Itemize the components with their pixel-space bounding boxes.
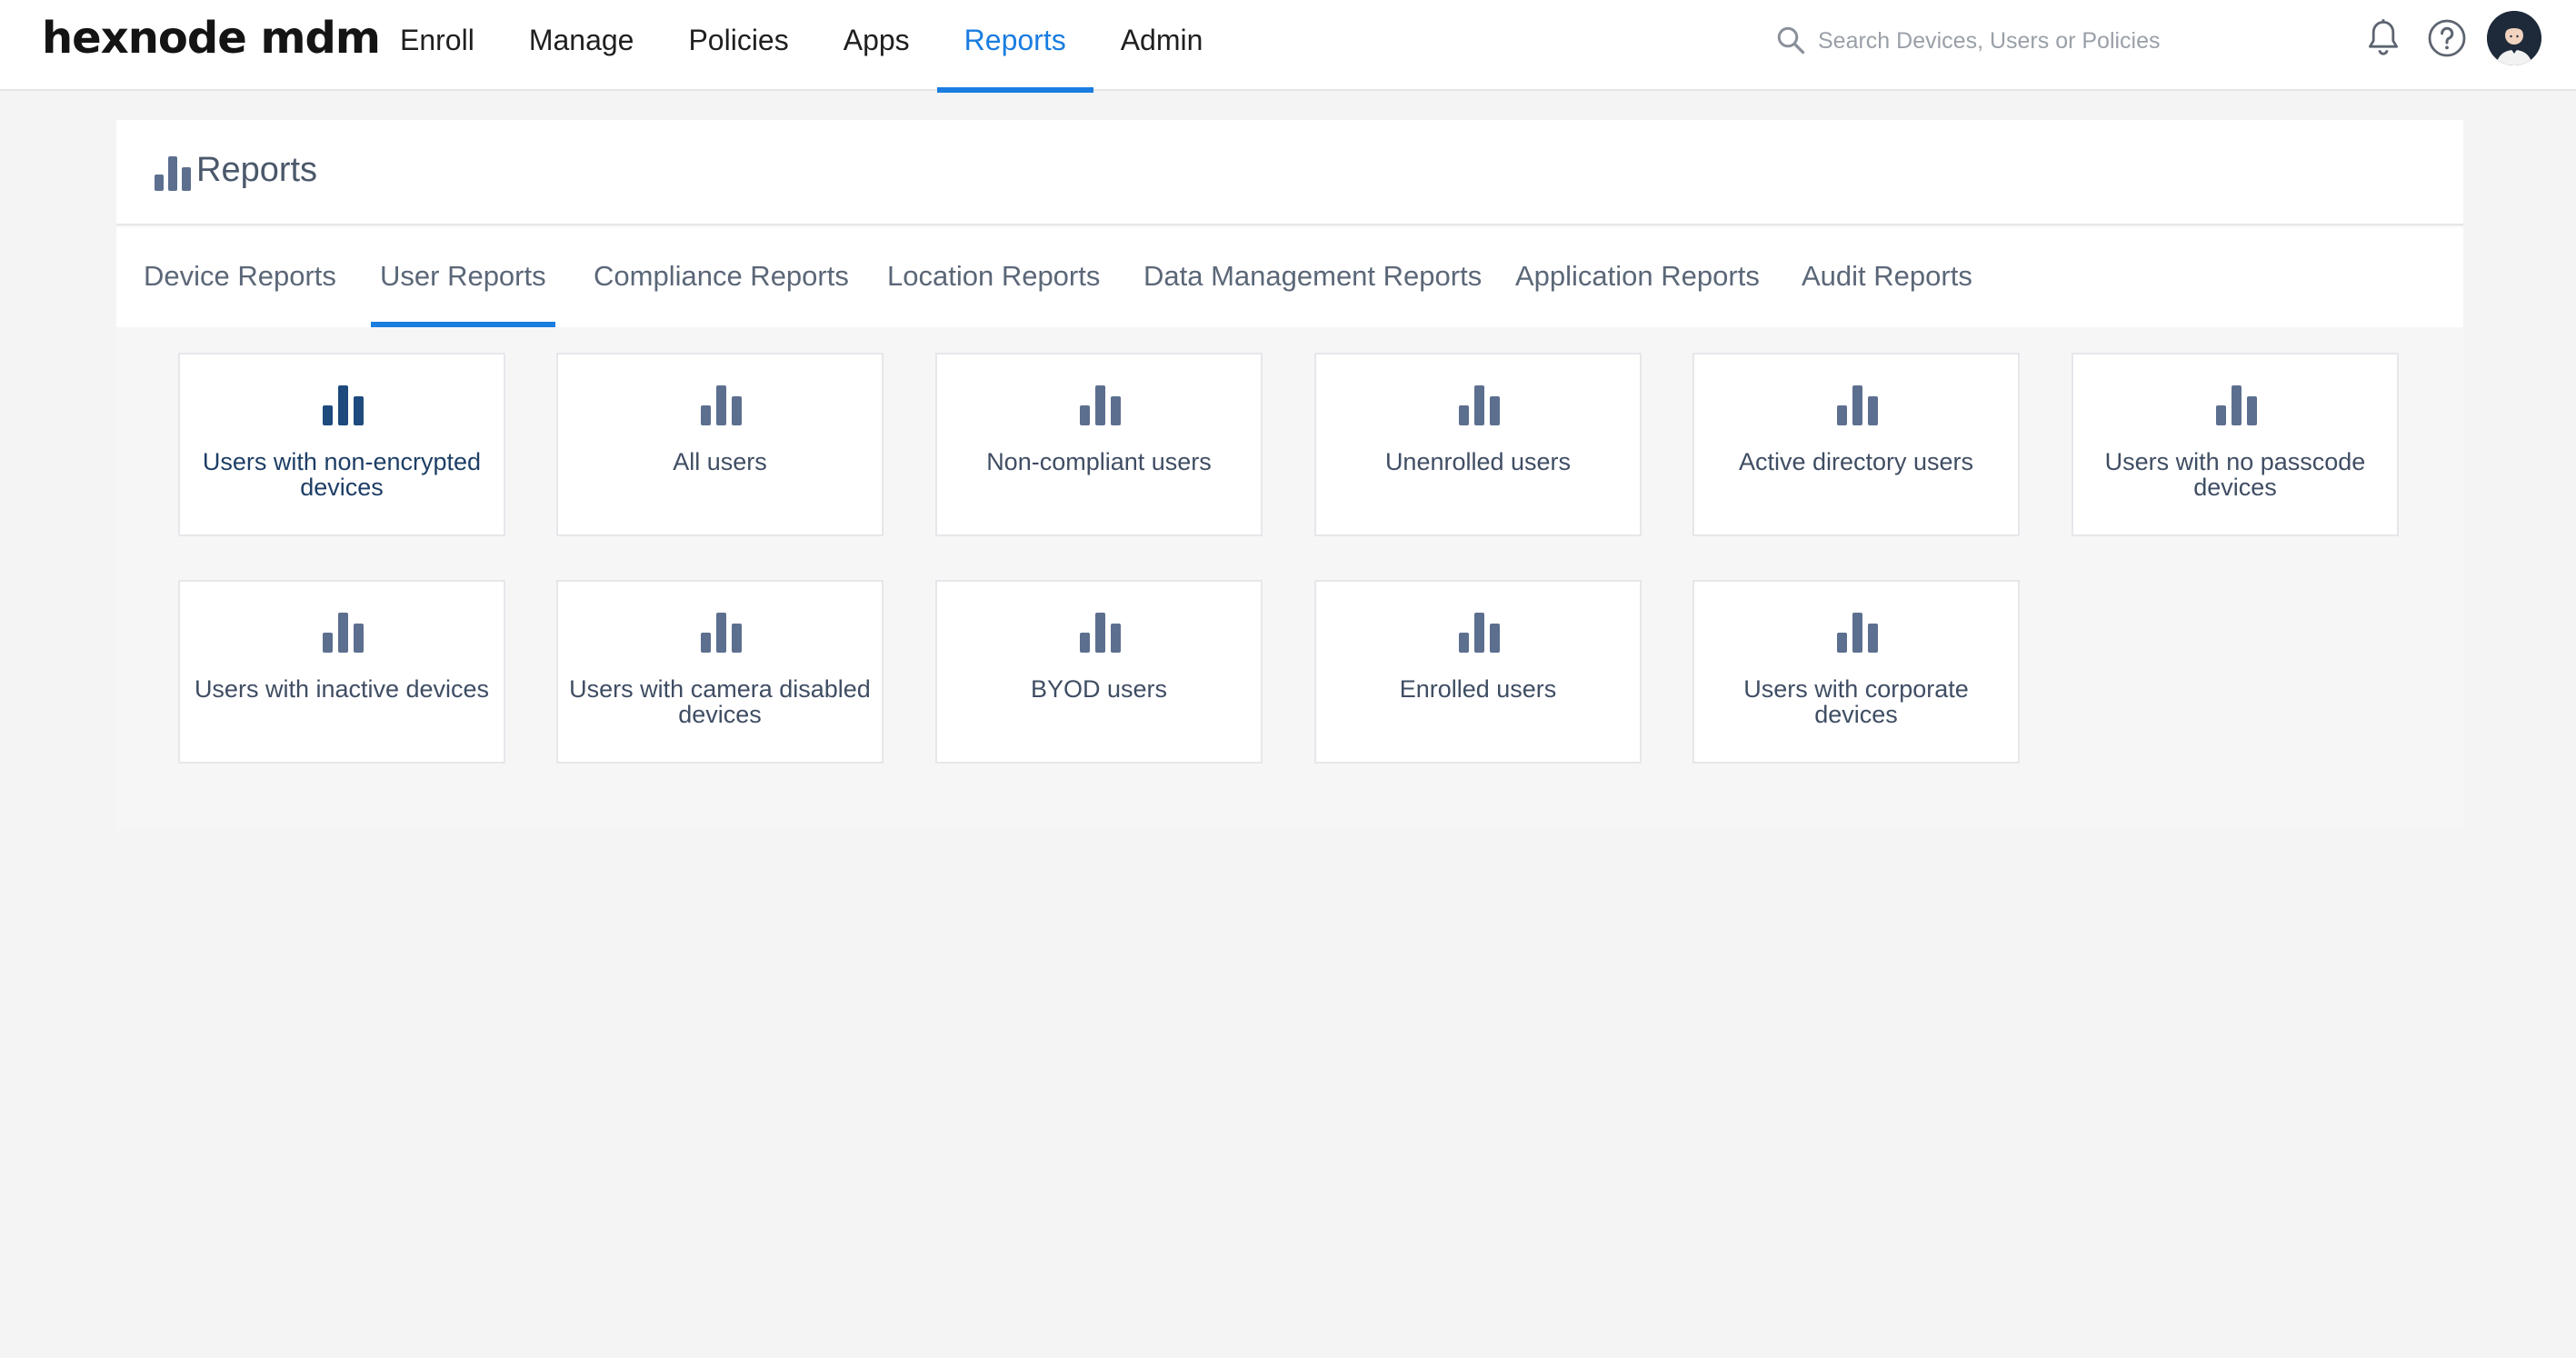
- report-card-label: Users with non-encrypted devices: [202, 448, 482, 501]
- report-card-label: Users with inactive devices: [194, 675, 490, 703]
- tab-data-management-reports[interactable]: Data Management Reports: [1143, 227, 1482, 327]
- bar-chart-icon: [1080, 385, 1121, 425]
- bar-chart-icon: [701, 613, 742, 653]
- bar-chart-icon: [323, 613, 364, 653]
- nav-policies[interactable]: Policies: [661, 0, 815, 91]
- bar-chart-icon: [1837, 613, 1878, 653]
- report-card-label: Users with no passcode devices: [2104, 448, 2366, 501]
- nav-admin[interactable]: Admin: [1093, 0, 1231, 91]
- search-icon[interactable]: [1774, 24, 1807, 56]
- report-card-inactive-devices[interactable]: Users with inactive devices: [178, 580, 505, 764]
- panel-header: Reports: [116, 120, 2463, 225]
- top-navbar: hexnode mdm Enroll Manage Policies Apps …: [0, 0, 2576, 93]
- avatar-icon: [2487, 11, 2541, 65]
- main-nav: Enroll Manage Policies Apps Reports Admi…: [373, 0, 1231, 93]
- report-card-all-users[interactable]: All users: [556, 353, 884, 536]
- bar-chart-icon: [323, 385, 364, 425]
- report-card-label: Enrolled users: [1399, 675, 1557, 703]
- tab-device-reports[interactable]: Device Reports: [144, 227, 336, 327]
- bar-chart-icon: [1459, 613, 1500, 653]
- help-icon[interactable]: [2425, 16, 2469, 60]
- report-card-label: BYOD users: [1030, 675, 1168, 703]
- bar-chart-icon: [155, 156, 191, 191]
- report-card-enrolled-users[interactable]: Enrolled users: [1314, 580, 1642, 764]
- report-card-camera-disabled-devices[interactable]: Users with camera disabled devices: [556, 580, 884, 764]
- reports-panel: Reports Device Reports User Reports Comp…: [116, 120, 2463, 829]
- report-card-non-compliant-users[interactable]: Non-compliant users: [935, 353, 1263, 536]
- report-card-no-passcode-devices[interactable]: Users with no passcode devices: [2072, 353, 2399, 536]
- report-card-label: Active directory users: [1738, 448, 1974, 475]
- user-avatar[interactable]: [2487, 11, 2541, 65]
- report-card-label: Unenrolled users: [1384, 448, 1572, 475]
- tab-application-reports[interactable]: Application Reports: [1515, 227, 1760, 327]
- nav-manage[interactable]: Manage: [502, 0, 662, 91]
- bar-chart-icon: [701, 385, 742, 425]
- tab-audit-reports[interactable]: Audit Reports: [1802, 227, 1972, 327]
- report-card-corporate-devices[interactable]: Users with corporate devices: [1692, 580, 2020, 764]
- page-title: Reports: [196, 151, 318, 189]
- hexnode-logo[interactable]: hexnode mdm: [42, 11, 381, 65]
- report-tabs: Device Reports User Reports Compliance R…: [116, 227, 2463, 327]
- report-card-non-encrypted-devices[interactable]: Users with non-encrypted devices: [178, 353, 505, 536]
- report-card-unenrolled-users[interactable]: Unenrolled users: [1314, 353, 1642, 536]
- tab-user-reports[interactable]: User Reports: [371, 227, 555, 327]
- bar-chart-icon: [1459, 385, 1500, 425]
- bar-chart-icon: [2216, 385, 2257, 425]
- report-card-label: Non-compliant users: [986, 448, 1212, 475]
- bar-chart-icon: [1837, 385, 1878, 425]
- tab-location-reports[interactable]: Location Reports: [887, 227, 1100, 327]
- notification-bell-icon[interactable]: [2361, 16, 2405, 60]
- report-card-byod-users[interactable]: BYOD users: [935, 580, 1263, 764]
- nav-reports[interactable]: Reports: [936, 0, 1093, 93]
- report-card-label: Users with camera disabled devices: [569, 675, 871, 728]
- report-card-label: Users with corporate devices: [1743, 675, 1969, 728]
- tab-compliance-reports[interactable]: Compliance Reports: [594, 227, 849, 327]
- nav-apps[interactable]: Apps: [816, 0, 937, 91]
- report-card-label: All users: [673, 448, 767, 475]
- search-input[interactable]: [1818, 20, 2291, 62]
- bar-chart-icon: [1080, 613, 1121, 653]
- nav-enroll[interactable]: Enroll: [373, 0, 502, 91]
- report-card-active-directory-users[interactable]: Active directory users: [1692, 353, 2020, 536]
